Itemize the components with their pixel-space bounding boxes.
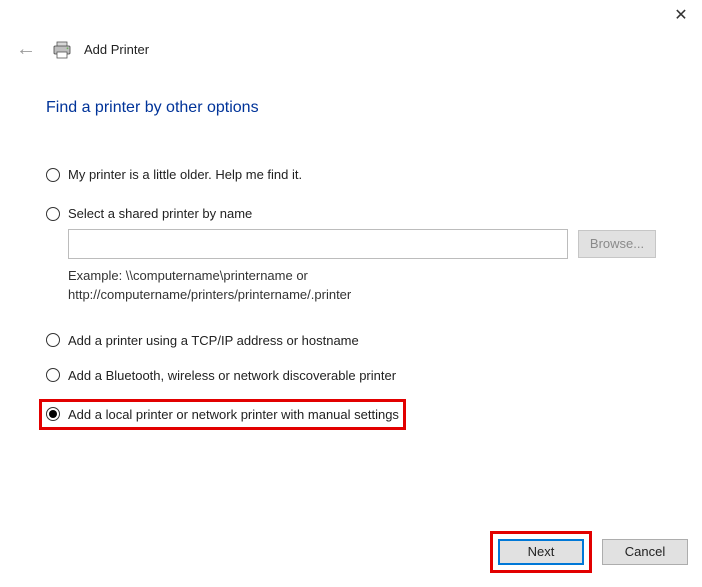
option-tcpip[interactable]: Add a printer using a TCP/IP address or … — [46, 331, 656, 350]
cancel-button[interactable]: Cancel — [602, 539, 688, 565]
titlebar: ✕ — [0, 0, 702, 26]
option-local-printer[interactable]: Add a local printer or network printer w… — [46, 405, 399, 424]
option-older-printer[interactable]: My printer is a little older. Help me fi… — [46, 165, 656, 184]
close-button[interactable]: ✕ — [672, 8, 690, 26]
header: ← Add Printer — [0, 26, 702, 67]
radio-icon — [46, 207, 60, 221]
shared-printer-row: Browse... — [68, 229, 656, 259]
option-shared-printer[interactable]: Select a shared printer by name — [46, 204, 656, 223]
option-label: Add a Bluetooth, wireless or network dis… — [68, 368, 396, 383]
shared-printer-input[interactable] — [68, 229, 568, 259]
option-bluetooth[interactable]: Add a Bluetooth, wireless or network dis… — [46, 366, 656, 385]
radio-icon — [46, 168, 60, 182]
options-group: My printer is a little older. Help me fi… — [46, 165, 656, 430]
next-button[interactable]: Next — [498, 539, 584, 565]
printer-icon — [52, 40, 72, 60]
content-area: Find a printer by other options My print… — [0, 67, 702, 430]
page-heading: Find a printer by other options — [46, 99, 656, 117]
footer: Next Cancel — [490, 531, 688, 573]
wizard-title: Add Printer — [84, 42, 149, 57]
example-line: Example: \\computername\printername or — [68, 267, 656, 286]
highlight-box: Next — [490, 531, 592, 573]
option-label: Add a printer using a TCP/IP address or … — [68, 333, 359, 348]
back-arrow-icon: ← — [12, 38, 40, 61]
option-label: Add a local printer or network printer w… — [68, 407, 399, 422]
example-line: http://computername/printers/printername… — [68, 286, 656, 305]
radio-icon — [46, 368, 60, 382]
example-text: Example: \\computername\printername or h… — [68, 267, 656, 305]
radio-icon — [46, 407, 60, 421]
radio-icon — [46, 333, 60, 347]
highlight-box: Add a local printer or network printer w… — [39, 399, 406, 430]
option-label: My printer is a little older. Help me fi… — [68, 167, 302, 182]
browse-button: Browse... — [578, 230, 656, 258]
option-label: Select a shared printer by name — [68, 206, 252, 221]
